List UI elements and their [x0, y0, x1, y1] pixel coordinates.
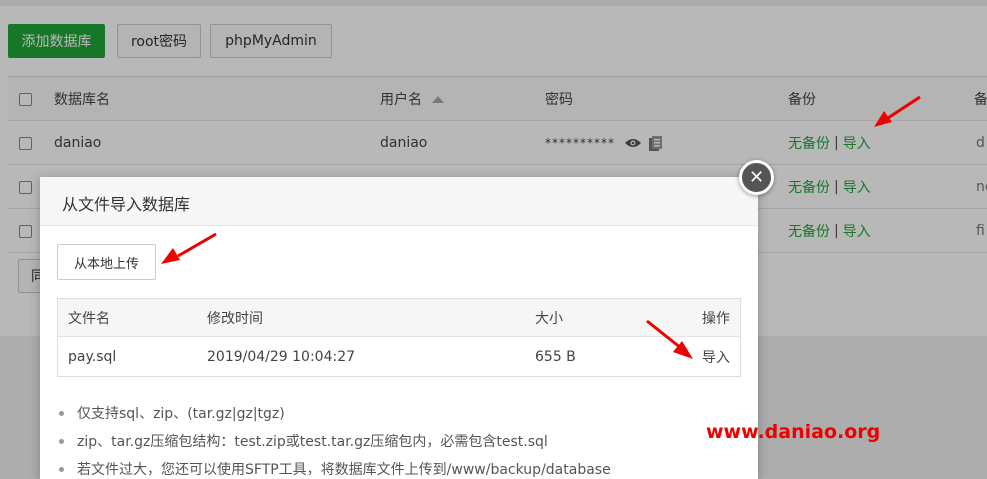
watermark: www.daniao.org — [706, 421, 881, 443]
header-modified: 修改时间 — [207, 311, 263, 327]
upload-local-button[interactable]: 从本地上传 — [57, 244, 156, 280]
annotation-arrow-icon — [161, 232, 217, 264]
dialog-title: 从文件导入数据库 — [62, 195, 191, 214]
header-size: 大小 — [535, 311, 563, 327]
list-item: zip、tar.gz压缩包结构：test.zip或test.tar.gz压缩包内… — [59, 427, 611, 455]
notes-list: 仅支持sql、zip、(tar.gz|gz|tgz) zip、tar.gz压缩包… — [59, 399, 611, 479]
table-row: pay.sql 2019/04/29 10:04:27 655 B 导入 — [58, 338, 740, 376]
annotation-arrow-icon — [646, 319, 693, 359]
header-filename: 文件名 — [68, 311, 110, 327]
file-import-link[interactable]: 导入 — [702, 338, 730, 376]
file-size: 655 B — [535, 349, 576, 365]
file-name: pay.sql — [68, 349, 117, 365]
file-modified: 2019/04/29 10:04:27 — [207, 349, 356, 365]
list-item: 仅支持sql、zip、(tar.gz|gz|tgz) — [59, 399, 611, 427]
file-table: 文件名 修改时间 大小 操作 pay.sql 2019/04/29 10:04:… — [57, 298, 741, 377]
dialog-header: 从文件导入数据库 — [40, 177, 758, 226]
close-icon[interactable]: ✕ — [739, 160, 774, 195]
list-item: 若文件过大，您还可以使用SFTP工具，将数据库文件上传到/www/backup/… — [59, 455, 611, 479]
header-action: 操作 — [702, 311, 730, 327]
annotation-arrow-icon — [874, 95, 921, 127]
file-table-header: 文件名 修改时间 大小 操作 — [58, 299, 740, 337]
